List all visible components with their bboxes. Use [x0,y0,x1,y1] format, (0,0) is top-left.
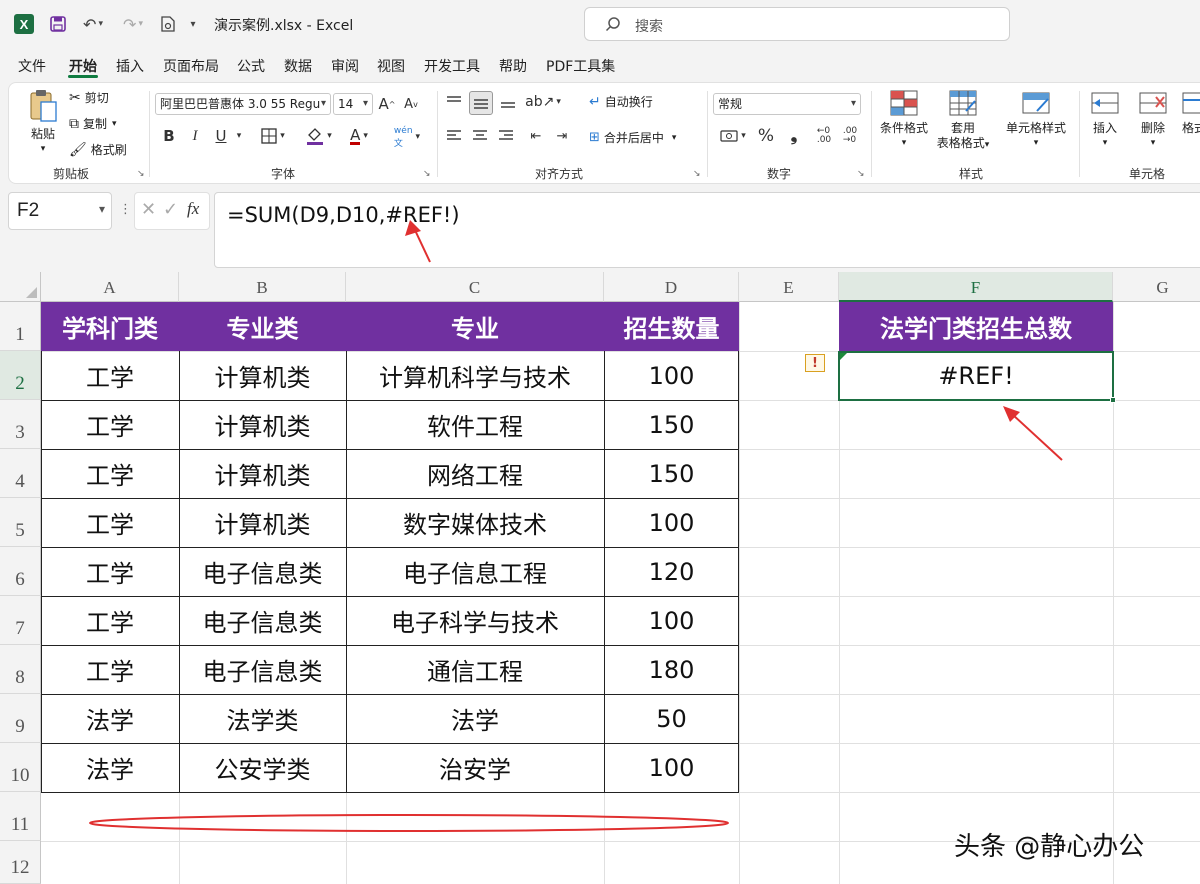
warning-icon[interactable]: ! [805,354,825,372]
annotation-ellipse [89,814,729,832]
table-borders [41,220,1063,832]
fill-handle[interactable] [1110,397,1116,403]
selected-cell-f2[interactable]: #REF! [838,351,1114,401]
error-indicator-icon [840,353,847,360]
watermark: 头条 @静心办公 [954,832,1145,862]
annotation-arrow [1003,406,1063,461]
annotation-arrow [405,220,431,263]
cell-value: #REF! [938,362,1014,390]
